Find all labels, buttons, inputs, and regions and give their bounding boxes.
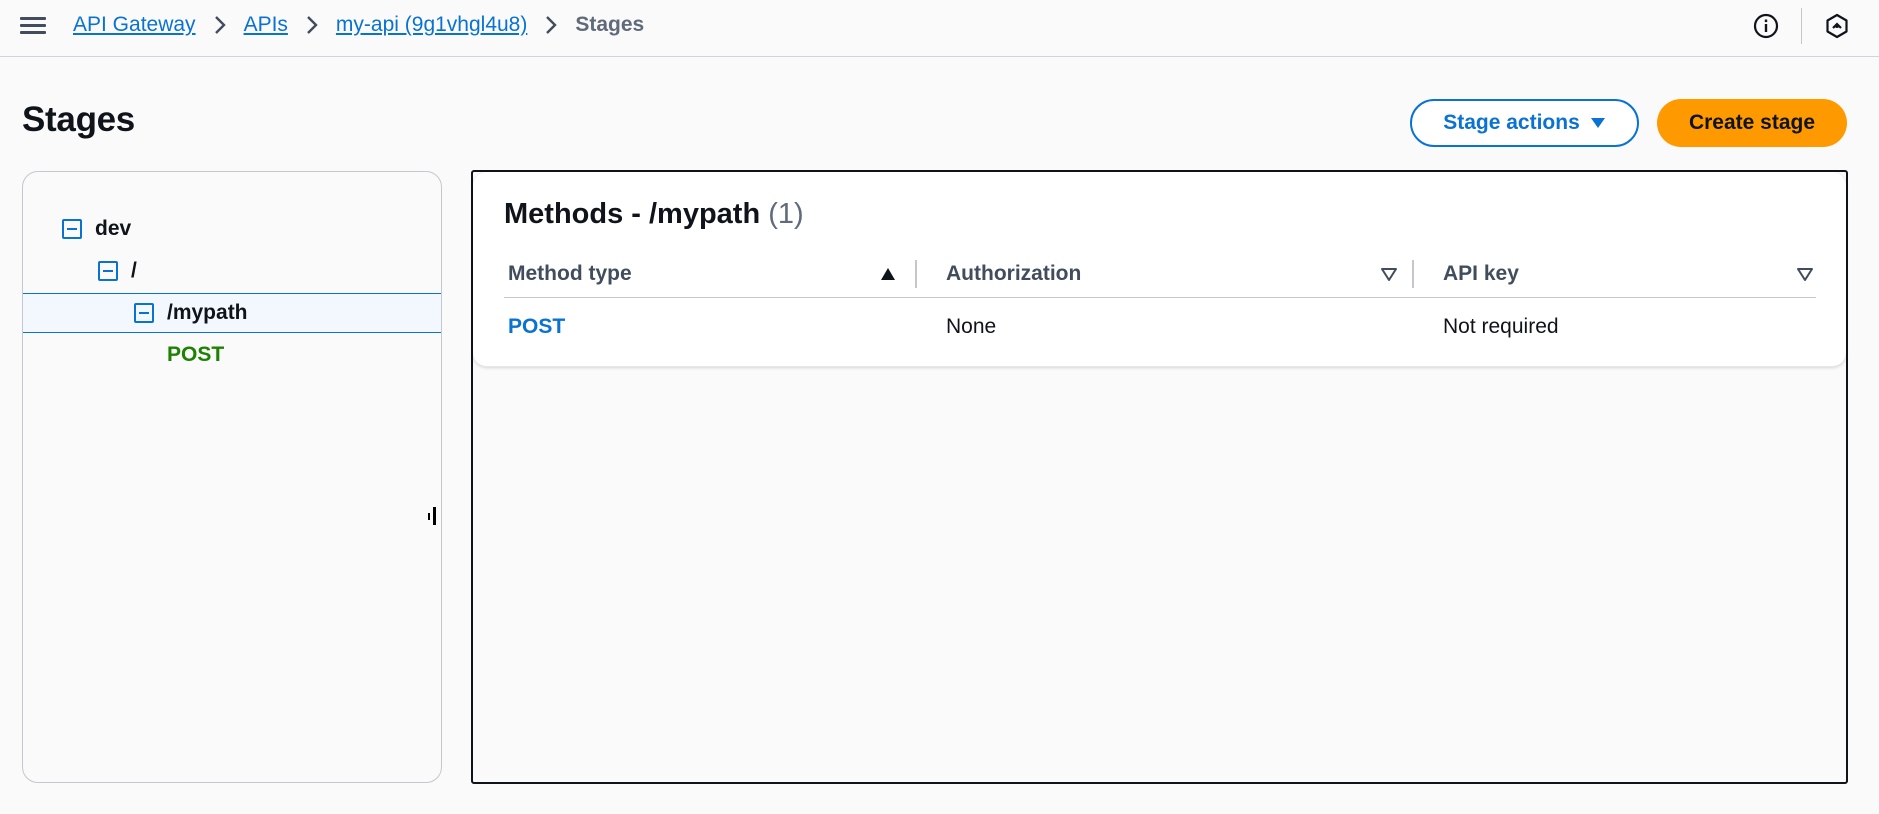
stage-actions-button[interactable]: Stage actions	[1410, 99, 1639, 147]
panel-resize-handle[interactable]	[426, 507, 438, 525]
column-header-method-type[interactable]: Method type	[508, 250, 632, 298]
breadcrumb-current-stages: Stages	[575, 13, 645, 36]
page-title: Stages	[22, 100, 135, 139]
method-link-post[interactable]: POST	[508, 299, 565, 355]
table-header: Method type Authorization API key	[504, 250, 1816, 298]
sort-ascending-icon[interactable]	[878, 264, 898, 284]
chevron-right-icon	[288, 13, 336, 37]
hamburger-menu-icon[interactable]	[20, 14, 46, 38]
stage-resource-tree: dev / /mypath POST	[22, 171, 442, 783]
stage-actions-label: Stage actions	[1443, 111, 1580, 134]
column-resizer[interactable]	[915, 260, 917, 288]
table-row: POST None Not required	[504, 299, 1816, 355]
breadcrumb: API Gateway APIs my-api (9g1vhgl4u8) Sta…	[73, 12, 644, 38]
collapse-square-icon[interactable]	[134, 303, 154, 323]
tree-item-label: dev	[95, 217, 132, 240]
sort-caret-icon[interactable]	[1379, 264, 1399, 284]
methods-title-text: Methods - /mypath	[504, 198, 761, 230]
api-key-value: Not required	[1443, 315, 1559, 338]
breadcrumb-apis[interactable]: APIs	[244, 13, 288, 37]
collapse-square-icon[interactable]	[98, 261, 118, 281]
hexagon-settings-icon[interactable]	[1823, 12, 1851, 40]
stage-details-panel: Methods - /mypath (1) Method type Author…	[471, 170, 1848, 784]
column-header-api-key[interactable]: API key	[1443, 250, 1519, 298]
breadcrumb-api-gateway[interactable]: API Gateway	[73, 13, 196, 37]
chevron-right-icon	[196, 13, 244, 37]
methods-count: (1)	[768, 198, 804, 230]
caret-down-icon	[1590, 111, 1606, 135]
top-navigation-bar: API Gateway APIs my-api (9g1vhgl4u8) Sta…	[0, 0, 1879, 57]
sort-caret-icon[interactable]	[1795, 264, 1815, 284]
top-bar-divider	[1801, 8, 1802, 44]
tree-item-stage-dev[interactable]: dev	[23, 209, 441, 249]
tree-item-method-post[interactable]: POST	[23, 335, 441, 375]
methods-table-container: Methods - /mypath (1) Method type Author…	[473, 172, 1846, 367]
tree-item-label: POST	[167, 343, 225, 366]
create-stage-button[interactable]: Create stage	[1657, 99, 1847, 147]
methods-heading: Methods - /mypath (1)	[504, 198, 804, 231]
tree-item-label: /mypath	[167, 301, 248, 324]
breadcrumb-my-api[interactable]: my-api (9g1vhgl4u8)	[336, 13, 527, 37]
tree-item-label: /	[131, 259, 137, 282]
tree-item-mypath[interactable]: /mypath	[23, 293, 441, 333]
collapse-square-icon[interactable]	[62, 219, 82, 239]
info-icon[interactable]	[1752, 12, 1780, 40]
chevron-right-icon	[527, 13, 575, 37]
tree-item-root-resource[interactable]: /	[23, 251, 441, 291]
column-resizer[interactable]	[1412, 260, 1414, 288]
authorization-value: None	[946, 315, 997, 338]
column-header-authorization[interactable]: Authorization	[946, 250, 1081, 298]
